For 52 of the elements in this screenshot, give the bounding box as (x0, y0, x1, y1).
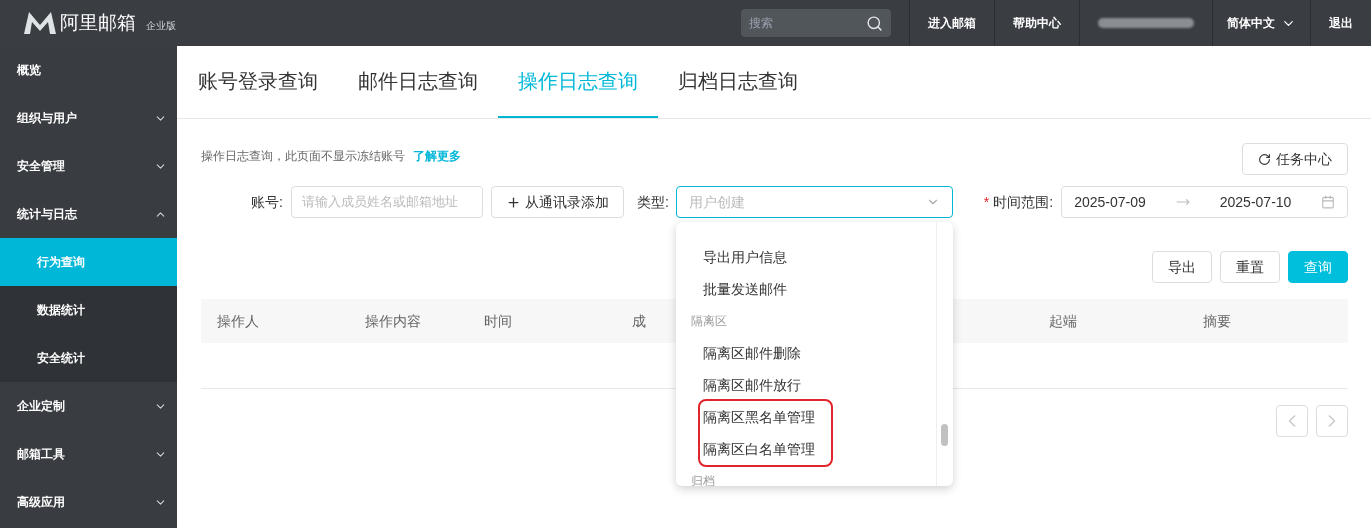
calendar-icon (1321, 195, 1336, 209)
sidebar-item[interactable]: 邮箱工具 (0, 430, 177, 478)
dropdown-option[interactable]: 隔离区邮件放行 (675, 369, 936, 401)
date-range-picker[interactable]: 2025-07-09 2025-07-10 (1061, 186, 1349, 218)
task-center-button[interactable]: 任务中心 (1242, 143, 1349, 175)
tab[interactable]: 归档日志查询 (678, 45, 798, 118)
search-field[interactable]: 搜索 (749, 14, 866, 32)
option-group-label: 隔离区 (689, 313, 728, 330)
sidebar-item[interactable]: 组织与用户 (0, 94, 177, 142)
field-label: 时间范围: (993, 192, 1054, 212)
refresh-icon (1258, 152, 1272, 166)
search-box[interactable]: 搜索 (741, 9, 891, 37)
dropdown-option[interactable]: 隔离区黑名单管理 (699, 401, 831, 433)
column-header: 起端 (1049, 312, 1077, 329)
sidebar-item[interactable]: 统计与日志 (0, 190, 177, 238)
sidebar-item[interactable]: 概览 (0, 46, 177, 94)
notice-text: 操作日志查询，此页面不显示冻结账号 了解更多 (201, 148, 461, 165)
action-button[interactable]: 导出 (1152, 251, 1213, 283)
tab[interactable]: 账号登录查询 (198, 45, 318, 118)
start-date: 2025-07-09 (1074, 192, 1146, 212)
sidebar-item[interactable]: 高级应用 (0, 478, 177, 526)
column-header: 操作人 (217, 312, 259, 329)
column-header: 成 (632, 312, 646, 329)
sidebar-subitem[interactable]: 数据统计 (0, 286, 177, 334)
dropdown-option[interactable]: 隔离区邮件删除 (675, 337, 936, 369)
select-placeholder: 用户创建 (688, 192, 745, 212)
end-date: 2025-07-10 (1219, 192, 1292, 212)
option-group-label: 归档 (689, 473, 716, 486)
account-field[interactable]: 请输入成员姓名或邮箱地址 (290, 186, 483, 218)
sidebar-item[interactable]: 企业定制 (0, 382, 177, 430)
dropdown-option[interactable]: 隔离区白名单管理 (699, 433, 831, 465)
tab[interactable]: 邮件日志查询 (358, 45, 478, 118)
previous-page-button[interactable] (1276, 405, 1309, 437)
required-mark: * (983, 192, 990, 212)
column-header: 摘要 (1203, 312, 1231, 329)
edition-label: 企业版 (146, 18, 176, 33)
column-header: 操作内容 (365, 312, 421, 329)
brand-name: 阿里邮箱 (60, 10, 136, 35)
dropdown-option[interactable]: 批量发送邮件 (675, 273, 936, 305)
search-icon (866, 14, 883, 32)
field-label: 类型: (636, 192, 669, 212)
column-header: 时间 (484, 312, 512, 329)
dropdown-option[interactable]: 导出用户信息 (675, 241, 936, 273)
field-label: 账号: (251, 192, 283, 212)
next-page-button[interactable] (1316, 405, 1349, 437)
action-button[interactable]: 重置 (1220, 251, 1281, 283)
account-input[interactable]: 请输入成员姓名或邮箱地址 (301, 192, 472, 212)
sidebar-item[interactable]: 安全管理 (0, 142, 177, 190)
plus-icon (505, 194, 521, 210)
sidebar-subitem[interactable]: 安全统计 (0, 334, 177, 382)
add-from-contacts-button[interactable]: 从通讯录添加 (490, 186, 624, 218)
logo-icon (24, 12, 56, 34)
